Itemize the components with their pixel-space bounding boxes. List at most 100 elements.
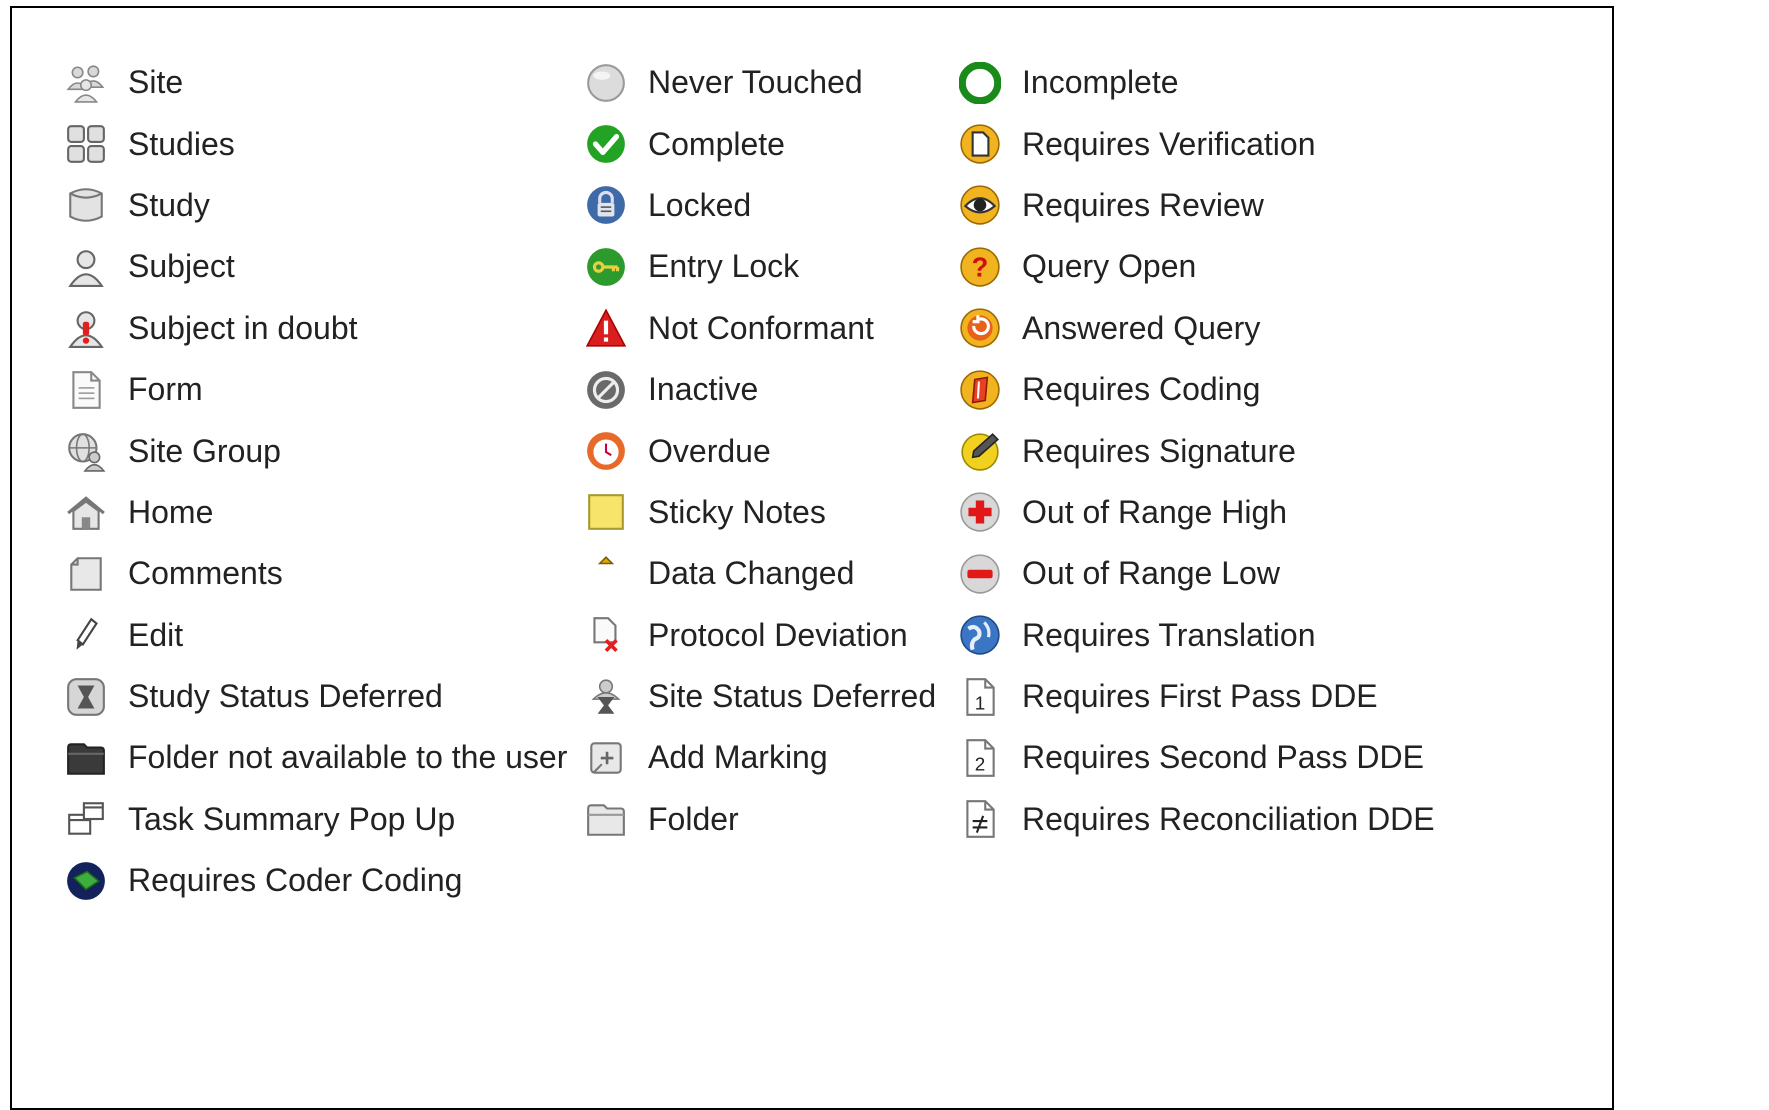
study-status-deferred-icon xyxy=(64,675,108,719)
legend-label: Query Open xyxy=(1022,248,1197,285)
requires-coder-coding-icon xyxy=(64,859,108,903)
legend-column-1: Site Studies Study Subject Subject in do… xyxy=(64,52,567,911)
legend-label: Site Status Deferred xyxy=(648,678,937,715)
legend-label: Inactive xyxy=(648,371,759,408)
site-group-icon xyxy=(64,429,108,473)
legend-item-requires-translation: Requires Translation xyxy=(958,605,1435,666)
legend-item-requires-signature: Requires Signature xyxy=(958,420,1435,481)
legend-label: Out of Range High xyxy=(1022,493,1288,530)
legend-item-protocol-deviation: Protocol Deviation xyxy=(584,605,936,666)
subject-in-doubt-icon xyxy=(64,306,108,350)
legend-item-complete: Complete xyxy=(584,113,936,174)
legend-item-overdue: Overdue xyxy=(584,420,936,481)
legend-item-edit: Edit xyxy=(64,605,567,666)
legend-label: Requires Verification xyxy=(1022,125,1316,162)
svg-text:2: 2 xyxy=(975,755,986,776)
legend-item-site-status-deferred: Site Status Deferred xyxy=(584,666,936,727)
legend-item-subject: Subject xyxy=(64,236,567,297)
inactive-icon xyxy=(584,368,628,412)
legend-item-entry-lock: Entry Lock xyxy=(584,236,936,297)
legend-label: Requires Coding xyxy=(1022,371,1261,408)
legend-item-incomplete: Incomplete xyxy=(958,52,1435,113)
legend-item-query-open: ? Query Open xyxy=(958,236,1435,297)
data-changed-icon xyxy=(584,552,628,596)
legend-item-task-summary-popup: Task Summary Pop Up xyxy=(64,789,567,850)
legend-item-comments: Comments xyxy=(64,543,567,604)
legend-label: Requires Reconciliation DDE xyxy=(1022,800,1435,837)
subject-icon xyxy=(64,245,108,289)
legend-item-locked: Locked xyxy=(584,175,936,236)
legend-item-studies: Studies xyxy=(64,113,567,174)
legend-label: Out of Range Low xyxy=(1022,555,1280,592)
legend-item-folder: Folder xyxy=(584,789,936,850)
svg-text:?: ? xyxy=(972,251,989,282)
not-conformant-icon xyxy=(584,306,628,350)
legend-label: Data Changed xyxy=(648,555,855,592)
legend-item-home: Home xyxy=(64,482,567,543)
legend-label: Subject xyxy=(128,248,235,285)
legend-item-answered-query: Answered Query xyxy=(958,298,1435,359)
never-touched-icon xyxy=(584,61,628,105)
icon-legend-panel: Site Studies Study Subject Subject in do… xyxy=(10,6,1614,1110)
legend-item-sticky-notes: Sticky Notes xyxy=(584,482,936,543)
requires-coding-icon xyxy=(958,368,1002,412)
requires-review-icon xyxy=(958,183,1002,227)
legend-label: Study xyxy=(128,186,210,223)
legend-label: Home xyxy=(128,493,214,530)
legend-label: Incomplete xyxy=(1022,64,1179,101)
legend-column-2: Never Touched Complete Locked Entry Lock… xyxy=(584,52,936,850)
legend-item-study: Study xyxy=(64,175,567,236)
legend-label: Study Status Deferred xyxy=(128,678,443,715)
folder-icon xyxy=(584,797,628,841)
site-icon xyxy=(64,61,108,105)
legend-item-requires-review: Requires Review xyxy=(958,175,1435,236)
requires-translation-icon xyxy=(958,613,1002,657)
site-status-deferred-icon xyxy=(584,675,628,719)
legend-label: Requires Translation xyxy=(1022,616,1316,653)
legend-label: Folder not available to the user xyxy=(128,739,568,776)
requires-second-pass-dde-icon: 2 xyxy=(958,736,1002,780)
legend-item-study-status-deferred: Study Status Deferred xyxy=(64,666,567,727)
sticky-notes-icon xyxy=(584,490,628,534)
legend-label: Requires First Pass DDE xyxy=(1022,678,1378,715)
legend-label: Form xyxy=(128,371,203,408)
folder-unavailable-icon xyxy=(64,736,108,780)
legend-item-requires-reconciliation-dde: Requires Reconciliation DDE xyxy=(958,789,1435,850)
study-icon xyxy=(64,183,108,227)
legend-label: Folder xyxy=(648,800,739,837)
legend-item-subject-in-doubt: Subject in doubt xyxy=(64,298,567,359)
legend-item-inactive: Inactive xyxy=(584,359,936,420)
legend-label: Requires Second Pass DDE xyxy=(1022,739,1424,776)
legend-item-out-of-range-low: Out of Range Low xyxy=(958,543,1435,604)
edit-icon xyxy=(64,613,108,657)
legend-item-data-changed: Data Changed xyxy=(584,543,936,604)
legend-label: Comments xyxy=(128,555,283,592)
legend-item-not-conformant: Not Conformant xyxy=(584,298,936,359)
answered-query-icon xyxy=(958,306,1002,350)
home-icon xyxy=(64,490,108,534)
legend-label: Overdue xyxy=(648,432,771,469)
requires-reconciliation-dde-icon xyxy=(958,797,1002,841)
legend-label: Answered Query xyxy=(1022,309,1261,346)
legend-label: Site xyxy=(128,64,184,101)
legend-label: Requires Signature xyxy=(1022,432,1296,469)
legend-label: Sticky Notes xyxy=(648,493,826,530)
out-of-range-high-icon xyxy=(958,490,1002,534)
legend-item-requires-verification: Requires Verification xyxy=(958,113,1435,174)
svg-text:1: 1 xyxy=(975,693,986,714)
entry-lock-icon xyxy=(584,245,628,289)
legend-label: Locked xyxy=(648,186,752,223)
legend-label: Complete xyxy=(648,125,785,162)
legend-label: Studies xyxy=(128,125,235,162)
out-of-range-low-icon xyxy=(958,552,1002,596)
legend-item-out-of-range-high: Out of Range High xyxy=(958,482,1435,543)
complete-icon xyxy=(584,122,628,166)
protocol-deviation-icon xyxy=(584,613,628,657)
legend-label: Task Summary Pop Up xyxy=(128,800,456,837)
legend-label: Add Marking xyxy=(648,739,828,776)
legend-label: Entry Lock xyxy=(648,248,800,285)
legend-label: Requires Coder Coding xyxy=(128,862,463,899)
requires-first-pass-dde-icon: 1 xyxy=(958,675,1002,719)
legend-label: Edit xyxy=(128,616,184,653)
query-open-icon: ? xyxy=(958,245,1002,289)
